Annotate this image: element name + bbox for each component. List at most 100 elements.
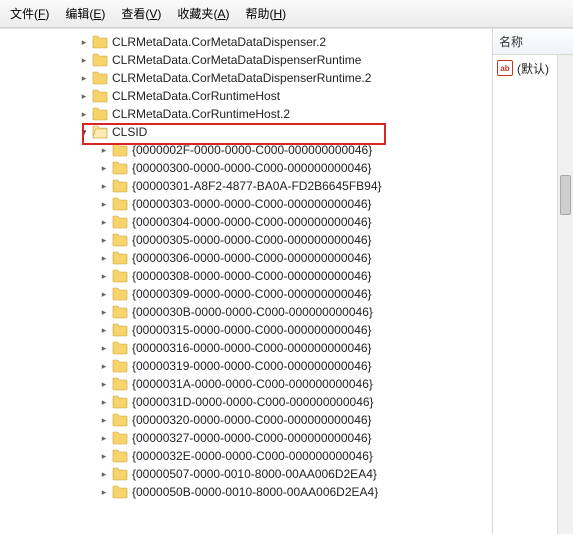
- folder-icon: [112, 143, 128, 157]
- expand-closed-icon[interactable]: ▸: [98, 162, 110, 174]
- tree-item-guid-19[interactable]: ▸ {0000050B-0000-0010-8000-00AA006D2EA4}: [0, 483, 492, 501]
- tree-item-guid-2[interactable]: ▸ {00000301-A8F2-4877-BA0A-FD2B6645FB94}: [0, 177, 492, 195]
- tree-item-label: {00000327-0000-0000-C000-000000000046}: [132, 429, 372, 447]
- tree-item-guid-4[interactable]: ▸ {00000304-0000-0000-C000-000000000046}: [0, 213, 492, 231]
- expand-closed-icon[interactable]: ▸: [98, 198, 110, 210]
- tree-item-label: CLRMetaData.CorMetaDataDispenserRuntime.…: [112, 69, 371, 87]
- expand-closed-icon[interactable]: ▸: [98, 324, 110, 336]
- tree-item-label: {00000309-0000-0000-C000-000000000046}: [132, 285, 372, 303]
- tree-item-guid-17[interactable]: ▸ {0000032E-0000-0000-C000-000000000046}: [0, 447, 492, 465]
- folder-icon: [112, 467, 128, 481]
- folder-icon: [92, 35, 108, 49]
- tree-item-label: CLRMetaData.CorMetaDataDispenserRuntime: [112, 51, 361, 69]
- expand-closed-icon[interactable]: ▸: [78, 90, 90, 102]
- folder-icon: [112, 251, 128, 265]
- expand-closed-icon[interactable]: ▸: [98, 486, 110, 498]
- tree-item-cls-2[interactable]: ▸ CLRMetaData.CorMetaDataDispenserRuntim…: [0, 69, 492, 87]
- folder-icon: [112, 431, 128, 445]
- tree-item-cls-3[interactable]: ▸ CLRMetaData.CorRuntimeHost: [0, 87, 492, 105]
- tree-item-cls-4[interactable]: ▸ CLRMetaData.CorRuntimeHost.2: [0, 105, 492, 123]
- list-pane[interactable]: 名称 ab (默认): [493, 29, 573, 534]
- folder-icon: [112, 269, 128, 283]
- tree-item-label: {00000507-0000-0010-8000-00AA006D2EA4}: [132, 465, 377, 483]
- content-area: ▸ CLRMetaData.CorMetaDataDispenser.2 ▸ C…: [0, 28, 573, 534]
- expand-closed-icon[interactable]: ▸: [78, 54, 90, 66]
- tree-item-cls-1[interactable]: ▸ CLRMetaData.CorMetaDataDispenserRuntim…: [0, 51, 492, 69]
- expand-closed-icon[interactable]: ▸: [78, 36, 90, 48]
- tree-item-label: {00000308-0000-0000-C000-000000000046}: [132, 267, 372, 285]
- folder-icon: [112, 413, 128, 427]
- menu-view[interactable]: 查看(V): [115, 3, 167, 24]
- expand-closed-icon[interactable]: ▸: [78, 108, 90, 120]
- menu-help[interactable]: 帮助(H): [239, 3, 292, 24]
- tree-item-guid-12[interactable]: ▸ {00000319-0000-0000-C000-000000000046}: [0, 357, 492, 375]
- tree-item-guid-5[interactable]: ▸ {00000305-0000-0000-C000-000000000046}: [0, 231, 492, 249]
- tree-item-guid-3[interactable]: ▸ {00000303-0000-0000-C000-000000000046}: [0, 195, 492, 213]
- expand-closed-icon[interactable]: ▸: [98, 450, 110, 462]
- tree-item-clsid[interactable]: ▾ CLSID: [0, 123, 492, 141]
- menu-edit[interactable]: 编辑(E): [59, 3, 111, 24]
- tree-item-cls-0[interactable]: ▸ CLRMetaData.CorMetaDataDispenser.2: [0, 33, 492, 51]
- folder-icon: [112, 323, 128, 337]
- folder-icon: [92, 107, 108, 121]
- tree-item-guid-11[interactable]: ▸ {00000316-0000-0000-C000-000000000046}: [0, 339, 492, 357]
- folder-icon: [112, 359, 128, 373]
- tree-item-label: CLRMetaData.CorMetaDataDispenser.2: [112, 33, 326, 51]
- expand-open-icon[interactable]: ▾: [78, 126, 90, 138]
- tree-item-label: {00000319-0000-0000-C000-000000000046}: [132, 357, 372, 375]
- tree-item-guid-8[interactable]: ▸ {00000309-0000-0000-C000-000000000046}: [0, 285, 492, 303]
- folder-icon: [112, 215, 128, 229]
- tree-item-guid-0[interactable]: ▸ {0000002F-0000-0000-C000-000000000046}: [0, 141, 492, 159]
- menubar: 文件(F) 编辑(E) 查看(V) 收藏夹(A) 帮助(H): [0, 0, 573, 28]
- tree-item-label: {00000301-A8F2-4877-BA0A-FD2B6645FB94}: [132, 177, 382, 195]
- folder-icon: [92, 71, 108, 85]
- scrollbar-thumb[interactable]: [560, 175, 571, 215]
- tree-item-guid-10[interactable]: ▸ {00000315-0000-0000-C000-000000000046}: [0, 321, 492, 339]
- tree-item-label: {0000002F-0000-0000-C000-000000000046}: [132, 141, 372, 159]
- expand-closed-icon[interactable]: ▸: [98, 252, 110, 264]
- folder-icon: [112, 233, 128, 247]
- folder-icon: [112, 197, 128, 211]
- menu-file[interactable]: 文件(F): [4, 3, 55, 24]
- expand-closed-icon[interactable]: ▸: [98, 342, 110, 354]
- folder-icon: [112, 377, 128, 391]
- expand-closed-icon[interactable]: ▸: [98, 144, 110, 156]
- expand-closed-icon[interactable]: ▸: [98, 396, 110, 408]
- tree-item-label: {00000300-0000-0000-C000-000000000046}: [132, 159, 372, 177]
- folder-icon: [112, 341, 128, 355]
- expand-closed-icon[interactable]: ▸: [98, 360, 110, 372]
- expand-closed-icon[interactable]: ▸: [98, 414, 110, 426]
- tree-item-guid-15[interactable]: ▸ {00000320-0000-0000-C000-000000000046}: [0, 411, 492, 429]
- tree-item-guid-6[interactable]: ▸ {00000306-0000-0000-C000-000000000046}: [0, 249, 492, 267]
- tree-item-guid-7[interactable]: ▸ {00000308-0000-0000-C000-000000000046}: [0, 267, 492, 285]
- expand-closed-icon[interactable]: ▸: [98, 180, 110, 192]
- tree-item-guid-16[interactable]: ▸ {00000327-0000-0000-C000-000000000046}: [0, 429, 492, 447]
- tree-item-label: {0000031A-0000-0000-C000-000000000046}: [132, 375, 373, 393]
- tree-pane[interactable]: ▸ CLRMetaData.CorMetaDataDispenser.2 ▸ C…: [0, 29, 493, 534]
- tree-item-label: {00000316-0000-0000-C000-000000000046}: [132, 339, 372, 357]
- tree-item-guid-9[interactable]: ▸ {0000030B-0000-0000-C000-000000000046}: [0, 303, 492, 321]
- list-column-name[interactable]: 名称: [493, 29, 573, 55]
- tree-item-guid-1[interactable]: ▸ {00000300-0000-0000-C000-000000000046}: [0, 159, 492, 177]
- expand-closed-icon[interactable]: ▸: [98, 270, 110, 282]
- expand-closed-icon[interactable]: ▸: [98, 306, 110, 318]
- menu-favorites[interactable]: 收藏夹(A): [171, 3, 235, 24]
- expand-closed-icon[interactable]: ▸: [98, 288, 110, 300]
- tree-item-guid-18[interactable]: ▸ {00000507-0000-0010-8000-00AA006D2EA4}: [0, 465, 492, 483]
- tree-item-guid-14[interactable]: ▸ {0000031D-0000-0000-C000-000000000046}: [0, 393, 492, 411]
- tree-item-label: CLRMetaData.CorRuntimeHost: [112, 87, 280, 105]
- folder-icon: [92, 89, 108, 103]
- expand-closed-icon[interactable]: ▸: [98, 468, 110, 480]
- tree-item-label: {0000032E-0000-0000-C000-000000000046}: [132, 447, 373, 465]
- expand-closed-icon[interactable]: ▸: [98, 378, 110, 390]
- expand-closed-icon[interactable]: ▸: [98, 234, 110, 246]
- folder-icon: [92, 53, 108, 67]
- scrollbar[interactable]: [557, 55, 573, 534]
- expand-closed-icon[interactable]: ▸: [98, 216, 110, 228]
- tree-item-label: {00000306-0000-0000-C000-000000000046}: [132, 249, 372, 267]
- folder-icon: [112, 485, 128, 499]
- tree-item-guid-13[interactable]: ▸ {0000031A-0000-0000-C000-000000000046}: [0, 375, 492, 393]
- expand-closed-icon[interactable]: ▸: [78, 72, 90, 84]
- tree-item-label: {00000320-0000-0000-C000-000000000046}: [132, 411, 372, 429]
- expand-closed-icon[interactable]: ▸: [98, 432, 110, 444]
